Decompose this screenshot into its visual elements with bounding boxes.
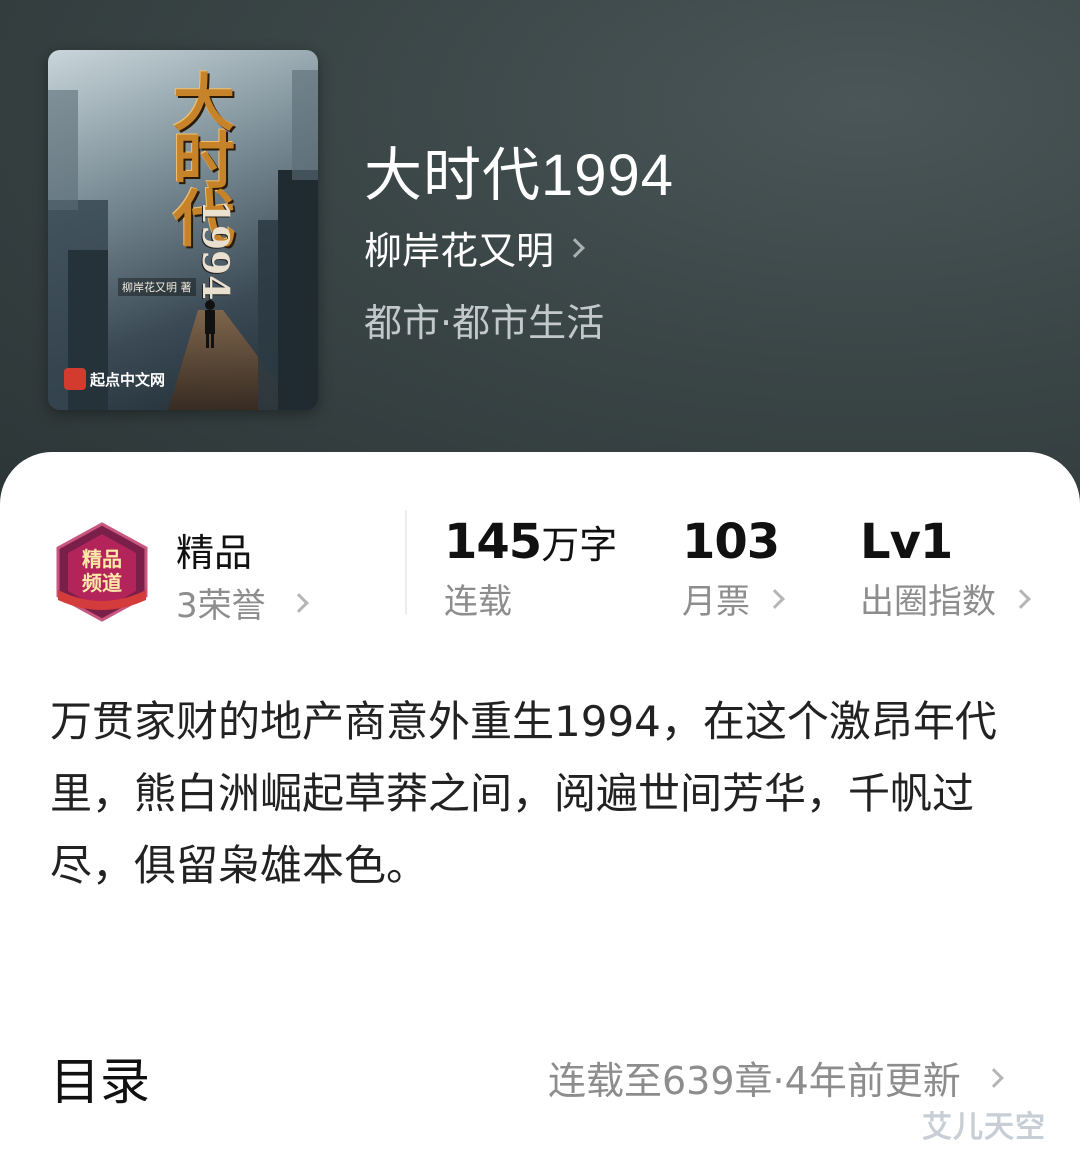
word-count-unit: 万字: [541, 523, 618, 567]
divider: [405, 510, 407, 614]
book-cover[interactable]: 大时代 1994 柳岸花又明 著 起点中文网: [48, 50, 318, 410]
monthly-ticket-stat[interactable]: 103 月票: [682, 514, 785, 623]
honor-count: 3荣誉: [176, 586, 266, 626]
book-title: 大时代1994: [364, 143, 675, 208]
honor-badge-icon[interactable]: 精品 频道: [50, 520, 154, 624]
book-detail-sheet: 精品 频道 精品 3荣誉 145万字 连载 103 月票 Lv1 出圈指数 万贯…: [0, 452, 1080, 1168]
honor-count-link[interactable]: 3荣誉: [176, 578, 309, 627]
word-count-stat: 145万字 连载: [444, 514, 617, 623]
chevron-right-icon: [983, 1067, 1004, 1088]
monthly-ticket-value: 103: [682, 514, 780, 570]
popularity-index-stat[interactable]: Lv1 出圈指数: [860, 514, 1031, 623]
author-name: 柳岸花又明: [364, 229, 555, 273]
author-link[interactable]: 柳岸花又明: [364, 220, 585, 275]
serial-status: 连载: [444, 582, 512, 622]
chevron-right-icon: [565, 237, 585, 258]
toc-title[interactable]: 目录: [50, 1042, 150, 1114]
honor-label[interactable]: 精品: [176, 522, 252, 577]
chevron-right-icon: [288, 592, 309, 613]
popularity-index-label: 出圈指数: [860, 582, 996, 622]
word-count-value: 145: [444, 514, 542, 570]
badge-text-bottom: 频道: [82, 571, 122, 595]
toc-update-info: 连载至639章·4年前更新: [548, 1059, 961, 1103]
book-header: 大时代 1994 柳岸花又明 著 起点中文网 大时代1994 柳岸花又明 都市·…: [0, 0, 1080, 520]
watermark: 艾儿天空: [922, 1110, 1046, 1145]
book-genre[interactable]: 都市·都市生活: [364, 292, 604, 347]
monthly-ticket-label: 月票: [682, 582, 750, 622]
book-description[interactable]: 万贯家财的地产商意外重生1994，在这个激昂年代里，熊白洲崛起草莽之间，阅遍世间…: [50, 686, 1030, 902]
badge-text-top: 精品: [82, 547, 122, 571]
cover-author: 柳岸花又明 著: [118, 278, 196, 296]
toc-link[interactable]: 连载至639章·4年前更新: [548, 1050, 1004, 1105]
cover-year: 1994: [194, 200, 236, 301]
publisher-name: 起点中文网: [90, 370, 166, 389]
chevron-right-icon: [1011, 588, 1031, 609]
popularity-index-value: Lv1: [860, 514, 953, 570]
publisher-logo-icon: [64, 368, 86, 390]
chevron-right-icon: [765, 588, 785, 609]
publisher-logo: 起点中文网: [64, 368, 165, 390]
